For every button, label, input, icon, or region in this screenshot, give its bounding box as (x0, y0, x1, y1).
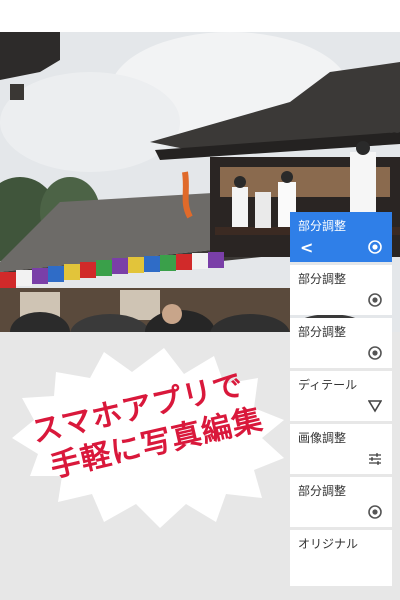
sliders-icon (369, 453, 381, 465)
menu-item-label: 部分調整 (298, 272, 347, 286)
triangle-icon (368, 400, 382, 413)
menu-item-label: 画像調整 (298, 431, 347, 445)
menu-item-label: 部分調整 (298, 219, 347, 233)
menu-item-partial-adjust-3[interactable]: 部分調整 (290, 318, 392, 368)
top-bar (0, 0, 400, 32)
menu-item-label: 部分調整 (298, 484, 347, 498)
radio-target-icon (368, 240, 382, 254)
menu-item-label: オリジナル (298, 537, 359, 551)
menu-item-partial-adjust-2[interactable]: 部分調整 (290, 265, 392, 315)
menu-item-label: ディテール (298, 378, 358, 392)
radio-target-icon (368, 505, 382, 519)
menu-item-label: 部分調整 (298, 325, 347, 339)
radio-target-icon (368, 346, 382, 360)
back-icon[interactable]: < (300, 240, 313, 256)
menu-item-partial-adjust-4[interactable]: 部分調整 (290, 477, 392, 527)
menu-item-detail[interactable]: ディテール (290, 371, 392, 421)
menu-item-image-adjust[interactable]: 画像調整 (290, 424, 392, 474)
menu-item-original[interactable]: オリジナル (290, 530, 392, 586)
adjustment-menu: 部分調整 < 部分調整 部分調整 ディテール 画像調整 部分調整 オリジナル (290, 212, 392, 586)
radio-target-icon (368, 293, 382, 307)
menu-item-partial-adjust-active[interactable]: 部分調整 < (290, 212, 392, 262)
